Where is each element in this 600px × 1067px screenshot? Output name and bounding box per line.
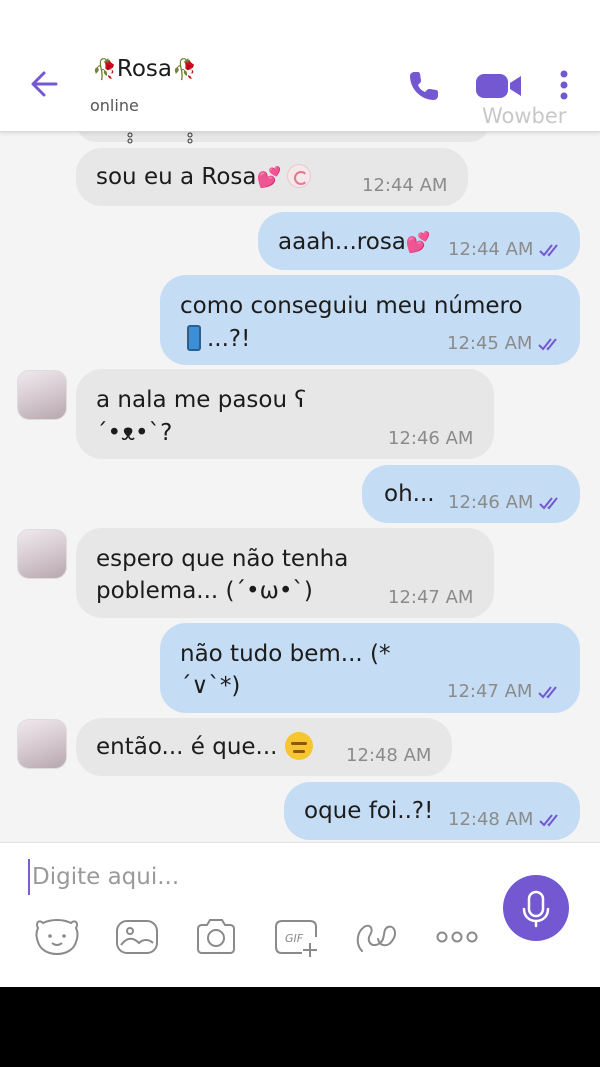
svg-text:GIF: GIF — [285, 932, 304, 945]
gallery-button[interactable] — [113, 915, 161, 959]
read-receipt-icon — [539, 497, 558, 510]
message-bubble-outgoing[interactable]: como conseguiu meu número ...?! 12:45 AM — [160, 275, 580, 365]
message-bubble-incoming[interactable]: espero que não tenha poblema... (´•ω•`) … — [76, 528, 494, 618]
more-horizontal-icon — [436, 931, 478, 943]
contact-name-text: Rosa — [116, 56, 173, 82]
back-arrow-icon — [31, 71, 58, 97]
message-bubble-incoming[interactable]: então... é que... 12:48 AM — [76, 718, 452, 776]
message-time: 12:47 AM — [388, 587, 474, 608]
message-time: 12:48 AM — [448, 809, 534, 830]
message-bubble-outgoing[interactable]: oh... 12:46 AM — [362, 465, 580, 523]
sticker-button[interactable] — [33, 915, 81, 959]
read-receipt-icon — [538, 686, 557, 699]
message-time: 12:44 AM — [362, 175, 448, 196]
message-text: sou eu a Rosa — [96, 164, 257, 190]
message-text: não tudo bem... (* — [180, 641, 391, 667]
status-bar — [0, 0, 600, 40]
message-text: a nala me pasou ʕ — [96, 387, 307, 413]
two-hearts-icon: 💕 — [256, 165, 282, 189]
camera-button[interactable] — [192, 915, 240, 959]
expressionless-face-icon — [284, 732, 313, 760]
mobile-phone-icon — [187, 325, 201, 351]
contact-avatar[interactable] — [17, 719, 67, 769]
message-text: como conseguiu meu número — [180, 293, 523, 319]
message-bubble-outgoing[interactable]: não tudo bem... (* ´∨`*) 12:47 AM — [160, 623, 580, 713]
watermark: Wowber — [482, 104, 567, 128]
contact-avatar[interactable] — [17, 370, 67, 420]
message-time: 12:46 AM — [388, 428, 474, 449]
message-text: poblema... (´•ω•`) — [96, 578, 313, 604]
more-extensions-button[interactable] — [433, 915, 481, 959]
read-receipt-icon — [539, 244, 558, 257]
message-bubble-partial — [76, 132, 490, 144]
message-text: ...?! — [207, 326, 251, 352]
contact-avatar[interactable] — [17, 529, 67, 579]
fish-cake-icon — [287, 164, 312, 188]
voice-call-button[interactable] — [404, 66, 444, 106]
gif-button[interactable]: GIF — [272, 915, 320, 959]
gif-icon: GIF — [275, 920, 317, 957]
video-camera-icon — [476, 74, 521, 98]
phone-icon — [410, 72, 438, 100]
rose-emoji-icon: 🥀 — [92, 57, 117, 81]
back-button[interactable] — [26, 64, 66, 104]
video-call-button[interactable] — [474, 68, 524, 104]
rose-emoji-icon: 🥀 — [172, 57, 197, 81]
more-options-button[interactable] — [552, 68, 576, 104]
message-time: 12:45 AM — [447, 333, 533, 354]
message-text: então... é que... — [96, 734, 278, 760]
message-text: ´∨`*) — [180, 673, 241, 699]
message-text: espero que não tenha — [96, 546, 349, 572]
decorative-dots-icon — [127, 132, 193, 144]
chat-area[interactable]: sou eu a Rosa💕 12:44 AM aaah...rosa💕 12:… — [0, 132, 600, 842]
message-input[interactable] — [28, 859, 468, 895]
message-bubble-outgoing[interactable]: oque foi..?! 12:48 AM — [284, 782, 580, 840]
microphone-icon — [522, 890, 550, 928]
read-receipt-icon — [538, 338, 557, 351]
message-text: aaah...rosa — [278, 229, 406, 255]
voice-message-button[interactable] — [503, 875, 569, 941]
message-bubble-incoming[interactable]: a nala me pasou ʕ ´•ᴥ•`? 12:46 AM — [76, 369, 494, 459]
sticker-bear-icon — [35, 918, 79, 956]
message-time: 12:46 AM — [448, 492, 534, 513]
message-bubble-incoming[interactable]: sou eu a Rosa💕 12:44 AM — [76, 148, 468, 206]
doodle-button[interactable] — [352, 915, 400, 959]
message-text: ´•ᴥ•`? — [96, 420, 173, 446]
message-text: oh... — [384, 481, 435, 507]
message-bubble-outgoing[interactable]: aaah...rosa💕 12:44 AM — [258, 212, 580, 270]
chat-header: 🥀Rosa🥀 online Wowber — [0, 40, 600, 132]
more-vertical-icon — [560, 70, 568, 100]
message-text: oque foi..?! — [304, 798, 434, 824]
message-time: 12:48 AM — [346, 745, 432, 766]
system-navigation-bar — [0, 987, 600, 1067]
camera-icon — [197, 919, 235, 954]
read-receipt-icon — [539, 814, 558, 827]
contact-name[interactable]: 🥀Rosa🥀 — [92, 56, 197, 82]
gallery-icon — [116, 920, 158, 954]
contact-status: online — [90, 96, 139, 115]
message-time: 12:44 AM — [448, 239, 534, 260]
message-time: 12:47 AM — [447, 681, 533, 702]
doodle-icon — [356, 924, 396, 952]
message-composer: GIF — [0, 842, 600, 987]
two-hearts-icon: 💕 — [405, 230, 431, 254]
